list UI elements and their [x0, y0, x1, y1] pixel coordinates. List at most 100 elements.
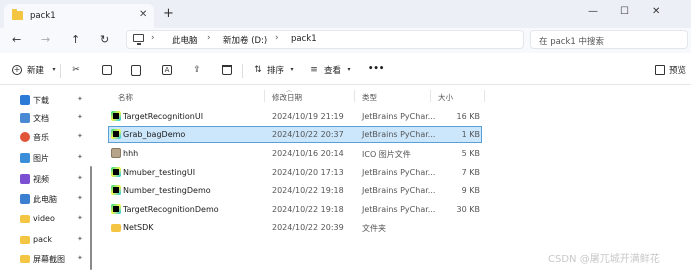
- file-type: JetBrains PyChar...: [362, 168, 436, 177]
- sidebar-item-video[interactable]: video ✦: [0, 210, 92, 228]
- maximize-button[interactable]: ☐: [620, 6, 629, 17]
- file-modified: 2024/10/16 20:14: [272, 149, 344, 158]
- new-button[interactable]: 新建: [27, 64, 44, 76]
- file-row[interactable]: Number_testingDemo 2024/10/22 19:18 JetB…: [108, 182, 482, 199]
- download-icon: [20, 95, 30, 105]
- preview-pane-icon: [655, 65, 665, 75]
- file-name: Nmuber_testingUI: [123, 168, 196, 177]
- column-divider[interactable]: [264, 90, 265, 102]
- refresh-button[interactable]: ↻: [100, 33, 109, 46]
- share-icon[interactable]: ⇪: [192, 65, 202, 75]
- rename-icon[interactable]: A: [162, 65, 172, 75]
- column-divider[interactable]: [484, 90, 485, 102]
- file-type: ICO 图片文件: [362, 150, 411, 159]
- sidebar-item-documents[interactable]: 文档 ✦: [0, 109, 92, 127]
- file-name: hhh: [123, 149, 139, 158]
- file-size: 7 KB: [461, 168, 480, 177]
- file-row-selected[interactable]: Grab_bagDemo 2024/10/22 20:37 JetBrains …: [108, 126, 482, 143]
- column-header-modified[interactable]: 修改日期: [272, 92, 302, 103]
- copy-icon[interactable]: [102, 65, 112, 75]
- sidebar-item-videos[interactable]: 视频 ✦: [0, 170, 92, 188]
- chevron-down-icon[interactable]: ▾: [49, 65, 59, 75]
- sidebar-scrollbar[interactable]: [90, 166, 92, 270]
- file-modified: 2024/10/20 17:13: [272, 168, 344, 177]
- chevron-down-icon[interactable]: ▾: [287, 65, 297, 75]
- sidebar-item-this-pc[interactable]: 此电脑 ✦: [0, 190, 92, 208]
- file-name: TargetRecognitionDemo: [123, 205, 219, 214]
- cut-icon[interactable]: ✂: [71, 65, 81, 75]
- music-icon: [20, 132, 30, 142]
- column-header-type[interactable]: 类型: [362, 92, 377, 103]
- pycharm-file-icon: [111, 167, 121, 177]
- pin-icon[interactable]: ✦: [77, 214, 83, 222]
- sort-button[interactable]: 排序: [267, 64, 284, 76]
- column-header-row: 名称 修改日期 类型 大小: [108, 87, 488, 105]
- sidebar-item-label: 此电脑: [33, 195, 57, 204]
- tab-label: pack1: [30, 11, 56, 21]
- breadcrumb-pack1[interactable]: pack1: [291, 34, 317, 44]
- view-button[interactable]: 查看: [324, 64, 341, 76]
- folder-icon: [20, 255, 30, 263]
- address-bar[interactable]: › 此电脑 › 新加卷 (D:) › pack1: [126, 30, 524, 49]
- pin-icon[interactable]: ✦: [77, 235, 83, 243]
- column-divider[interactable]: [354, 90, 355, 102]
- pycharm-file-icon: [111, 129, 121, 139]
- breadcrumb-drive-d[interactable]: 新加卷 (D:): [223, 34, 267, 46]
- chevron-down-icon[interactable]: ▾: [344, 65, 354, 75]
- column-divider[interactable]: [430, 90, 431, 102]
- back-button[interactable]: ←: [12, 33, 21, 46]
- delete-icon[interactable]: [222, 65, 232, 75]
- column-header-name[interactable]: 名称: [118, 92, 133, 103]
- breadcrumb-separator: ›: [275, 33, 279, 43]
- breadcrumb-this-pc[interactable]: 此电脑: [172, 34, 198, 46]
- pin-icon[interactable]: ✦: [77, 153, 83, 161]
- file-name: Number_testingDemo: [123, 186, 211, 195]
- file-row[interactable]: Nmuber_testingUI 2024/10/20 17:13 JetBra…: [108, 164, 482, 181]
- pin-icon[interactable]: ✦: [77, 254, 83, 262]
- sidebar-item-pack[interactable]: pack ✦: [0, 231, 92, 249]
- pycharm-file-icon: [111, 111, 121, 121]
- new-tab-button[interactable]: +: [163, 6, 174, 21]
- tab-pack1[interactable]: pack1 ✕: [4, 4, 154, 28]
- minimize-button[interactable]: —: [588, 6, 598, 17]
- file-row[interactable]: TargetRecognitionUI 2024/10/19 21:19 Jet…: [108, 108, 482, 125]
- folder-icon: [12, 9, 23, 20]
- pin-icon[interactable]: ✦: [77, 132, 83, 140]
- file-type: JetBrains PyChar...: [362, 112, 436, 121]
- pictures-icon: [20, 153, 30, 163]
- command-bar: + 新建 ▾ ✂ A ⇪ ⇅ 排序 ▾ ≡ 查看 ▾ ••• 预览: [0, 57, 691, 85]
- file-type: 文件夹: [362, 224, 386, 233]
- sidebar-item-screenshots[interactable]: 屏幕截图 ✦: [0, 250, 92, 268]
- file-row[interactable]: NetSDK 2024/10/22 20:39 文件夹: [108, 219, 482, 236]
- image-file-icon: [111, 148, 121, 158]
- tab-close-icon[interactable]: ✕: [139, 9, 147, 20]
- sidebar-item-music[interactable]: 音乐 ✦: [0, 128, 92, 146]
- pin-icon[interactable]: ✦: [77, 174, 83, 182]
- sort-icon: ⇅: [254, 65, 262, 75]
- file-row[interactable]: hhh 2024/10/16 20:14 ICO 图片文件 5 KB: [108, 145, 482, 162]
- sidebar-item-label: 图片: [33, 154, 49, 163]
- pin-icon[interactable]: ✦: [77, 113, 83, 121]
- computer-icon: [133, 34, 144, 45]
- sidebar-item-label: video: [33, 214, 55, 223]
- more-options-button[interactable]: •••: [368, 64, 384, 74]
- preview-button[interactable]: 预览: [669, 64, 686, 76]
- pin-icon[interactable]: ✦: [77, 95, 83, 103]
- forward-button[interactable]: →: [41, 33, 50, 46]
- sidebar-item-label: 屏幕截图: [33, 255, 65, 264]
- folder-icon: [111, 224, 121, 232]
- pin-icon[interactable]: ✦: [77, 194, 83, 202]
- toolbar-divider: [60, 64, 61, 78]
- close-window-button[interactable]: ✕: [652, 6, 660, 17]
- paste-icon[interactable]: [131, 65, 141, 76]
- sidebar-item-label: 文档: [33, 114, 49, 123]
- file-size: 30 KB: [456, 205, 480, 214]
- sidebar-item-pictures[interactable]: 图片 ✦: [0, 149, 92, 167]
- file-name: TargetRecognitionUI: [123, 112, 204, 121]
- file-modified: 2024/10/22 20:37: [272, 130, 344, 139]
- file-row[interactable]: TargetRecognitionDemo 2024/10/22 19:18 J…: [108, 201, 482, 218]
- sidebar-item-downloads[interactable]: 下载 ✦: [0, 91, 92, 109]
- search-input[interactable]: 在 pack1 中搜索: [530, 30, 688, 49]
- up-button[interactable]: ↑: [71, 33, 80, 46]
- column-header-size[interactable]: 大小: [438, 92, 453, 103]
